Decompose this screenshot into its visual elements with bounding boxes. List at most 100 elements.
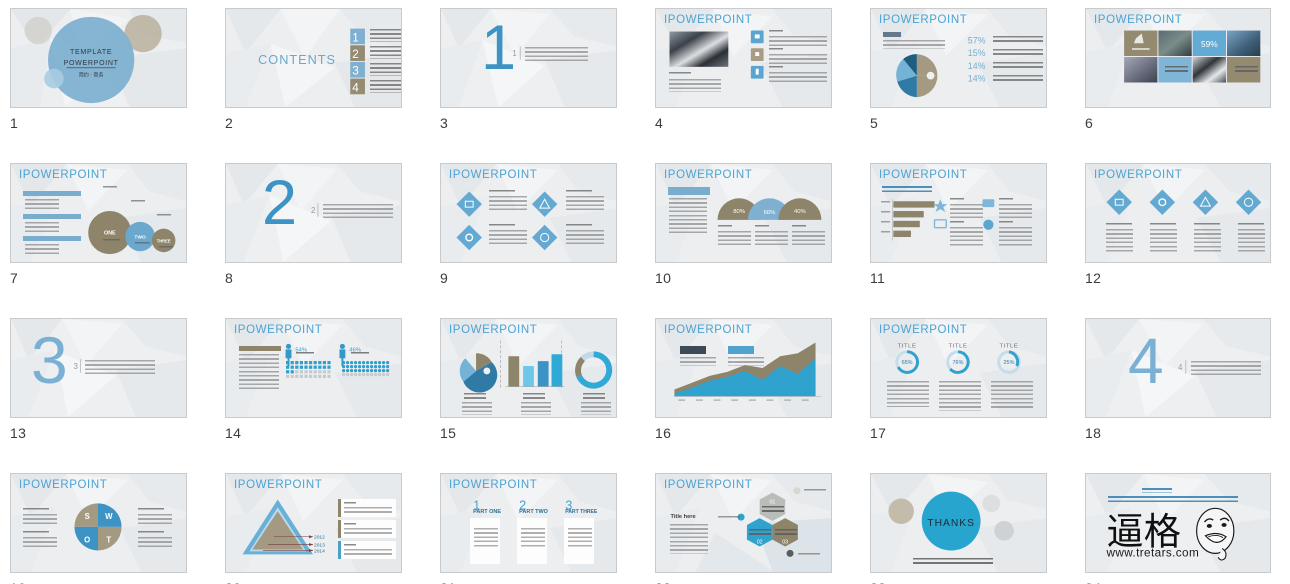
slide9-title-2 bbox=[566, 190, 592, 194]
slide-thumbnail-18[interactable]: 4 4 bbox=[1085, 318, 1271, 418]
slide21-part-label-1: PART ONE bbox=[473, 509, 501, 515]
slide21-part-label-3: PART THREE bbox=[565, 509, 598, 515]
slide-thumbnail-10[interactable]: IPOWERPOINT 80% 66% 40% bbox=[655, 163, 832, 263]
slide20-card-3[interactable] bbox=[338, 541, 396, 559]
slide14-dotgrid-1 bbox=[286, 361, 332, 384]
slide22-hex-text-1 bbox=[762, 506, 784, 513]
slide4-item-title-1 bbox=[769, 30, 783, 34]
slide-thumbnail-20[interactable]: IPOWERPOINT 2012 2013 2014 bbox=[225, 473, 402, 573]
slide23-footer-text bbox=[913, 558, 993, 565]
slide2-item-text-3 bbox=[370, 63, 401, 76]
slide-thumbnail-23[interactable]: THANKS THANKS bbox=[870, 473, 1047, 573]
slide22-hex-01: 01 bbox=[769, 499, 775, 505]
slide-thumbnail-12[interactable]: IPOWERPOINT bbox=[1085, 163, 1271, 263]
slide-cell-21: IPOWERPOINT 1 PART ONE 2 PART TWO 3 PART… bbox=[430, 473, 645, 584]
slide-thumbnail-2[interactable]: CONTENTS 1 2 3 4 bbox=[225, 8, 402, 108]
slide-thumbnail-22[interactable]: IPOWERPOINT Title here 01 02 03 bbox=[655, 473, 832, 573]
slide11-item-title-1 bbox=[950, 198, 964, 202]
slide11-axis-label-3 bbox=[881, 221, 890, 224]
slide10-percent-3: 40% bbox=[794, 209, 807, 215]
slide-cell-19: IPOWERPOINT S W O T 19 bbox=[0, 473, 215, 584]
slide-cell-24: 逼格 www.tretars.com www.tretars.com 24 bbox=[1075, 473, 1290, 584]
slide-thumbnail-6[interactable]: IPOWERPOINT 59% bbox=[1085, 8, 1271, 108]
slide-thumbnail-21[interactable]: IPOWERPOINT 1 PART ONE 2 PART TWO 3 PART… bbox=[440, 473, 617, 573]
slide-thumbnail-3[interactable]: 1 1 bbox=[440, 8, 617, 108]
slide17-body-3 bbox=[991, 381, 1033, 409]
slide-thumbnail-11[interactable]: IPOWERPOINT bbox=[870, 163, 1047, 263]
slide15-caption-title-1 bbox=[464, 393, 486, 400]
slide15-caption-body-2 bbox=[521, 402, 551, 415]
slide1-title-line1: TEMPLATE bbox=[70, 49, 112, 56]
slide20-year-3: 2014 bbox=[314, 548, 325, 554]
slide21-card-1[interactable] bbox=[470, 518, 500, 564]
slide-caption-7: 7 bbox=[10, 270, 19, 286]
slide4-item-title-3 bbox=[769, 66, 783, 70]
slide-thumbnail-1[interactable]: TEMPLATE POWERPOINT 简约 · 商务 POWERPOINT bbox=[10, 8, 187, 108]
slide5-row-text-1 bbox=[993, 36, 1043, 44]
slide12-col-title-2 bbox=[1150, 223, 1176, 227]
slide6-highlight-percent: 59% bbox=[1201, 39, 1218, 49]
slide12-col-body-4 bbox=[1238, 229, 1265, 253]
slide20-card-1[interactable] bbox=[338, 499, 396, 517]
slide-thumbnail-24[interactable]: 逼格 www.tretars.com www.tretars.com bbox=[1085, 473, 1271, 573]
slide10-percent-1: 80% bbox=[733, 209, 746, 215]
slide11-item-title-2 bbox=[999, 198, 1013, 202]
slide-thumbnail-5[interactable]: IPOWERPOINT 57% 15% 14% 14% bbox=[870, 8, 1047, 108]
slide-thumbnail-16[interactable]: IPOWERPOINT bbox=[655, 318, 832, 418]
slide9-body-4 bbox=[566, 230, 604, 247]
slide-cell-20: IPOWERPOINT 2012 2013 2014 bbox=[215, 473, 430, 584]
slide6-tile-label-6 bbox=[1165, 66, 1188, 74]
slide-thumbnail-15[interactable]: IPOWERPOINT bbox=[440, 318, 617, 418]
slide22-hex-text-3 bbox=[775, 529, 797, 536]
slide-caption-16: 16 bbox=[655, 425, 672, 441]
slide2-heading: CONTENTS bbox=[258, 52, 336, 67]
slide7-circle-label-2: TWO bbox=[134, 234, 146, 240]
slide-caption-18: 18 bbox=[1085, 425, 1102, 441]
slide-thumbnail-13[interactable]: 3 3 bbox=[10, 318, 187, 418]
slide10-col-body-1 bbox=[718, 231, 751, 248]
slide-cell-4: IPOWERPOINT 4 bbox=[645, 8, 860, 155]
slide-caption-15: 15 bbox=[440, 425, 457, 441]
slide-thumbnail-19[interactable]: IPOWERPOINT S W O T bbox=[10, 473, 187, 573]
slide7-cap-3 bbox=[157, 214, 171, 218]
slide-cell-18: 4 4 18 bbox=[1075, 318, 1290, 465]
slide21-card-2[interactable] bbox=[517, 518, 547, 564]
slide-caption-2: 2 bbox=[225, 115, 234, 131]
slide17-percent-2: 76% bbox=[953, 360, 964, 366]
slide20-card-2[interactable] bbox=[338, 520, 396, 538]
slide5-percent-4: 14% bbox=[968, 74, 986, 84]
slide17-title-2: TITLE bbox=[949, 343, 968, 349]
slide-cell-12: IPOWERPOINT 12 bbox=[1075, 163, 1290, 310]
slide17-percent-1: 65% bbox=[902, 360, 913, 366]
slide19-quadrant-o: O bbox=[84, 536, 90, 545]
slide-thumbnail-7[interactable]: IPOWERPOINT ONE TWO THREE bbox=[10, 163, 187, 263]
slide-caption-20: 20 bbox=[225, 580, 241, 584]
slide11-axis-label-1 bbox=[881, 201, 890, 204]
slide-cell-6: IPOWERPOINT 59% 6 bbox=[1075, 8, 1290, 155]
slide-thumbnail-9[interactable]: IPOWERPOINT bbox=[440, 163, 617, 263]
slide-cell-3: 1 1 3 bbox=[430, 8, 645, 155]
slide11-item-body-2 bbox=[999, 204, 1032, 221]
slide9-body-2 bbox=[566, 196, 604, 213]
slide-caption-5: 5 bbox=[870, 115, 879, 131]
slide4-caption-label bbox=[669, 72, 691, 76]
slide22-hex-03: 03 bbox=[782, 540, 788, 546]
slide-thumbnail-4[interactable]: IPOWERPOINT bbox=[655, 8, 832, 108]
slide-caption-24: 24 bbox=[1085, 580, 1101, 584]
slide15-caption-title-3 bbox=[583, 393, 605, 400]
slide21-card-3[interactable] bbox=[564, 518, 594, 564]
slide7-circle-label-1: ONE bbox=[104, 231, 116, 237]
slide12-col-title-4 bbox=[1238, 223, 1264, 227]
slide-cell-9: IPOWERPOINT 9 bbox=[430, 163, 645, 310]
slide-thumbnail-14[interactable]: IPOWERPOINT 54% 46% bbox=[225, 318, 402, 418]
slide10-col-title-1 bbox=[718, 225, 732, 229]
slide3-body-text bbox=[525, 47, 588, 61]
slide7-cap-2 bbox=[131, 200, 145, 204]
slide-thumbnail-8[interactable]: 2 2 bbox=[225, 163, 402, 263]
slide4-item-title-2 bbox=[769, 48, 783, 52]
slide13-body-text bbox=[85, 360, 155, 374]
slide11-item-body-4 bbox=[999, 227, 1032, 246]
slide11-item-title-3 bbox=[950, 221, 964, 225]
slide-caption-1: 1 bbox=[10, 115, 19, 131]
slide-thumbnail-17[interactable]: IPOWERPOINT TITLE TITLE TITLE 65% 76% 25… bbox=[870, 318, 1047, 418]
